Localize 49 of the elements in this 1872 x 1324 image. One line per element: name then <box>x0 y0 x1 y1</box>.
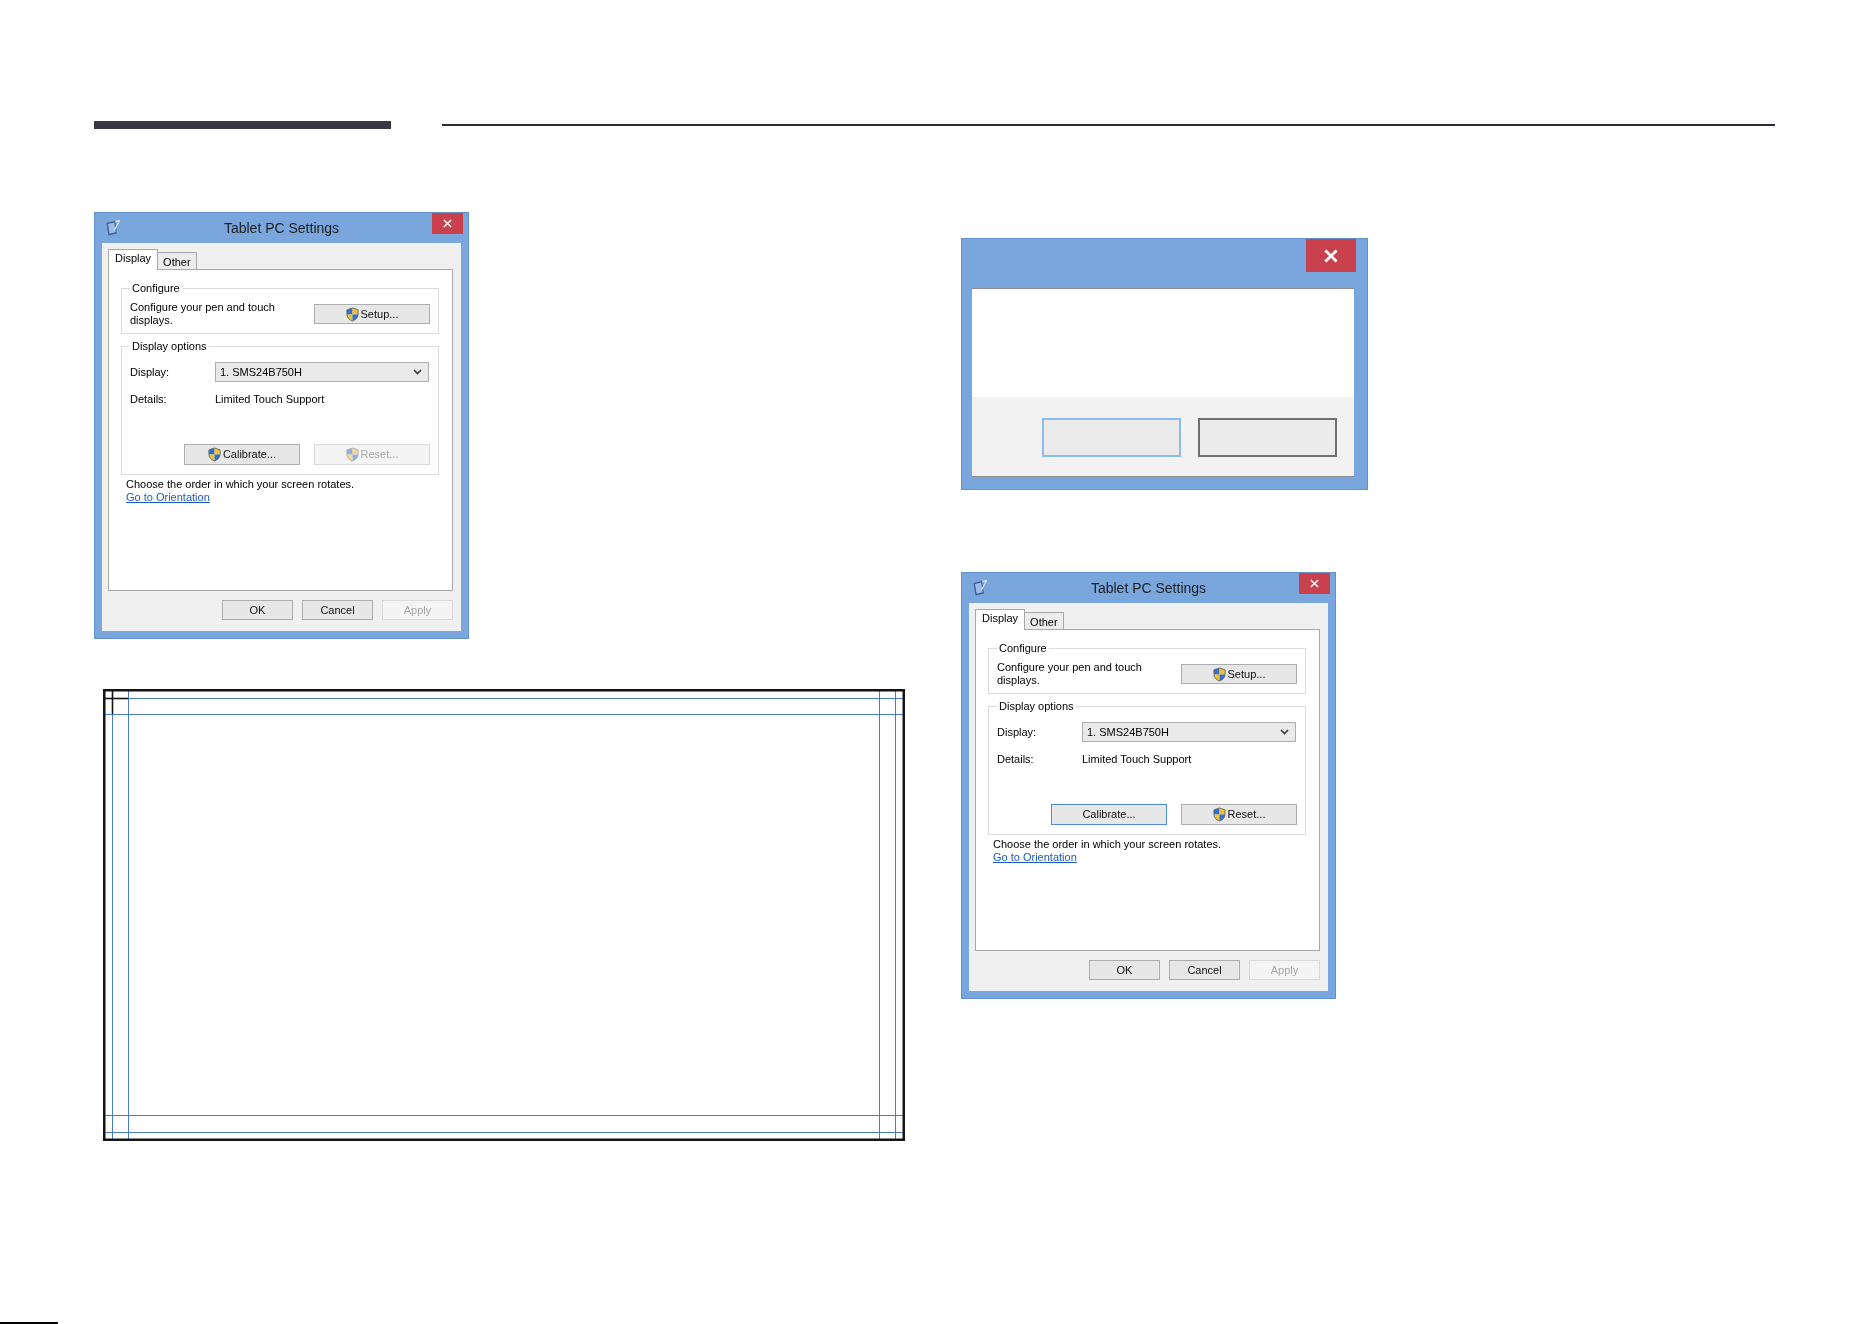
rotation-hint-text: Choose the order in which your screen rotates. <box>126 478 355 491</box>
window-title: Tablet PC Settings <box>1090 579 1207 597</box>
shield-icon <box>1212 666 1226 682</box>
orientation-link[interactable]: Go to Orientation <box>993 851 1077 864</box>
group-heading: Display options <box>998 700 1075 713</box>
field-label: Details: <box>130 393 168 406</box>
other-tab[interactable]: Other <box>1025 612 1064 630</box>
display-tab[interactable]: Display <box>108 249 159 270</box>
close-button[interactable] <box>432 213 463 234</box>
display-dropdown[interactable]: 1. SMS24B750H <box>215 362 429 382</box>
chevron-down-icon <box>413 369 422 375</box>
shield-icon <box>207 447 221 462</box>
close-button[interactable] <box>1306 239 1356 272</box>
field-value: Limited Touch Support <box>215 393 325 406</box>
field-label: Display: <box>997 725 1038 739</box>
chevron-down-icon <box>1280 729 1289 735</box>
shield-icon <box>345 306 359 322</box>
cancel-button[interactable]: Cancel <box>1169 960 1240 980</box>
ok-button[interactable]: OK <box>1089 960 1160 980</box>
tablet-pen-icon <box>973 580 987 596</box>
setup-button[interactable]: Setup... <box>314 304 430 324</box>
ok-button[interactable]: OK <box>222 600 293 620</box>
field-label: Display: <box>130 365 171 379</box>
tablet-pen-icon <box>106 220 120 236</box>
description-text: Configure your pen and touch displays. <box>997 661 1143 687</box>
shield-icon <box>1212 807 1226 822</box>
empty-button[interactable] <box>1198 418 1337 457</box>
group-heading: Configure <box>131 282 181 295</box>
display-tab[interactable]: Display <box>975 609 1026 630</box>
description-text: Configure your pen and touch displays. <box>130 301 276 327</box>
shield-icon <box>345 447 359 462</box>
group-heading: Display options <box>131 340 208 353</box>
rotation-hint-text: Choose the order in which your screen rotates. <box>993 838 1222 851</box>
close-icon <box>443 219 452 228</box>
setup-button[interactable]: Setup... <box>1181 664 1297 684</box>
field-value: Limited Touch Support <box>1082 753 1192 766</box>
close-icon <box>1310 579 1319 588</box>
cancel-button[interactable]: Cancel <box>302 600 373 620</box>
close-icon <box>1324 248 1338 263</box>
field-label: Details: <box>997 753 1035 766</box>
calibrate-button[interactable]: Calibrate... <box>1051 804 1167 825</box>
reset-button[interactable]: Reset... <box>1181 804 1297 825</box>
close-button[interactable] <box>1299 573 1330 594</box>
display-dropdown[interactable]: 1. SMS24B750H <box>1082 722 1296 742</box>
other-tab[interactable]: Other <box>158 252 197 270</box>
calibrate-button[interactable]: Calibrate... <box>184 444 300 465</box>
group-heading: Configure <box>998 642 1048 655</box>
window-title: Tablet PC Settings <box>223 219 340 237</box>
orientation-link[interactable]: Go to Orientation <box>126 491 210 504</box>
